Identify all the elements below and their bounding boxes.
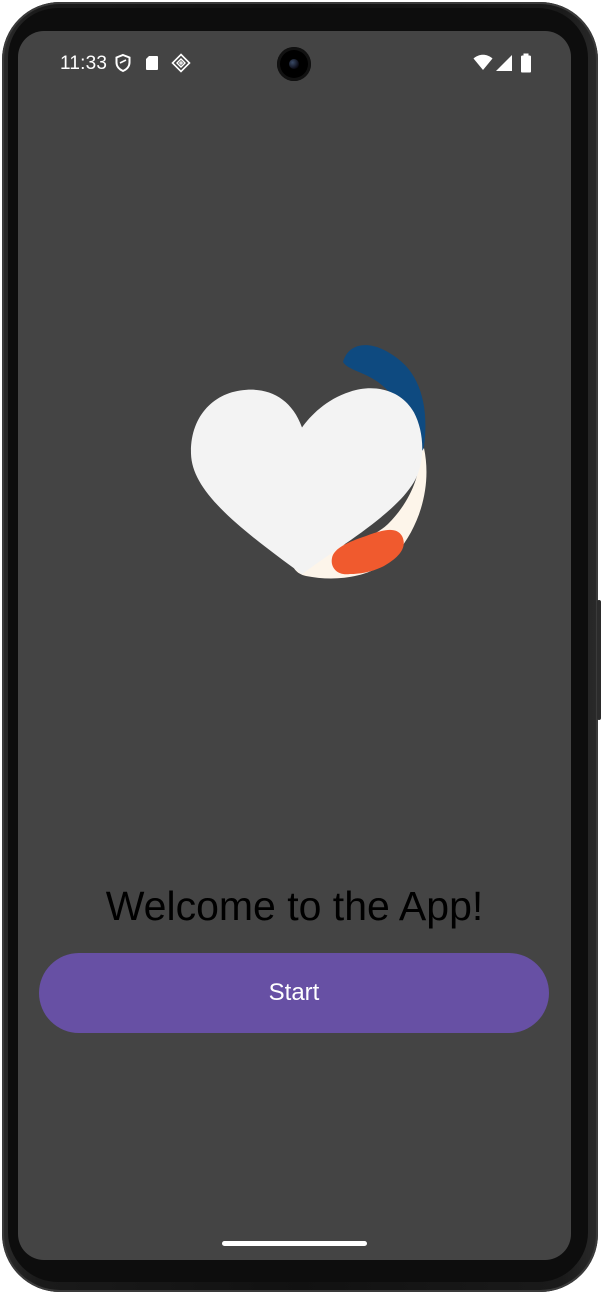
cast-diamond-icon — [171, 53, 191, 73]
cellular-signal-icon — [495, 54, 515, 74]
battery-icon — [520, 53, 540, 73]
status-time: 11:33 — [60, 53, 108, 74]
app-logo — [188, 336, 428, 586]
home-indicator[interactable] — [222, 1241, 367, 1246]
start-button-label: Start — [268, 979, 320, 1006]
side-button — [597, 600, 601, 720]
sd-card-icon — [142, 53, 162, 73]
app-screen: 11:33 Welcome to the App! Start — [18, 31, 571, 1260]
status-bar: 11:33 — [18, 31, 571, 97]
camera-lens — [289, 59, 299, 69]
phone-device: 11:33 Welcome to the App! Start — [0, 0, 601, 1294]
welcome-heading: Welcome to the App! — [105, 883, 484, 929]
front-camera — [277, 47, 311, 81]
shield-icon — [113, 53, 133, 73]
start-button[interactable]: Start — [39, 953, 549, 1033]
wifi-icon — [473, 54, 493, 74]
